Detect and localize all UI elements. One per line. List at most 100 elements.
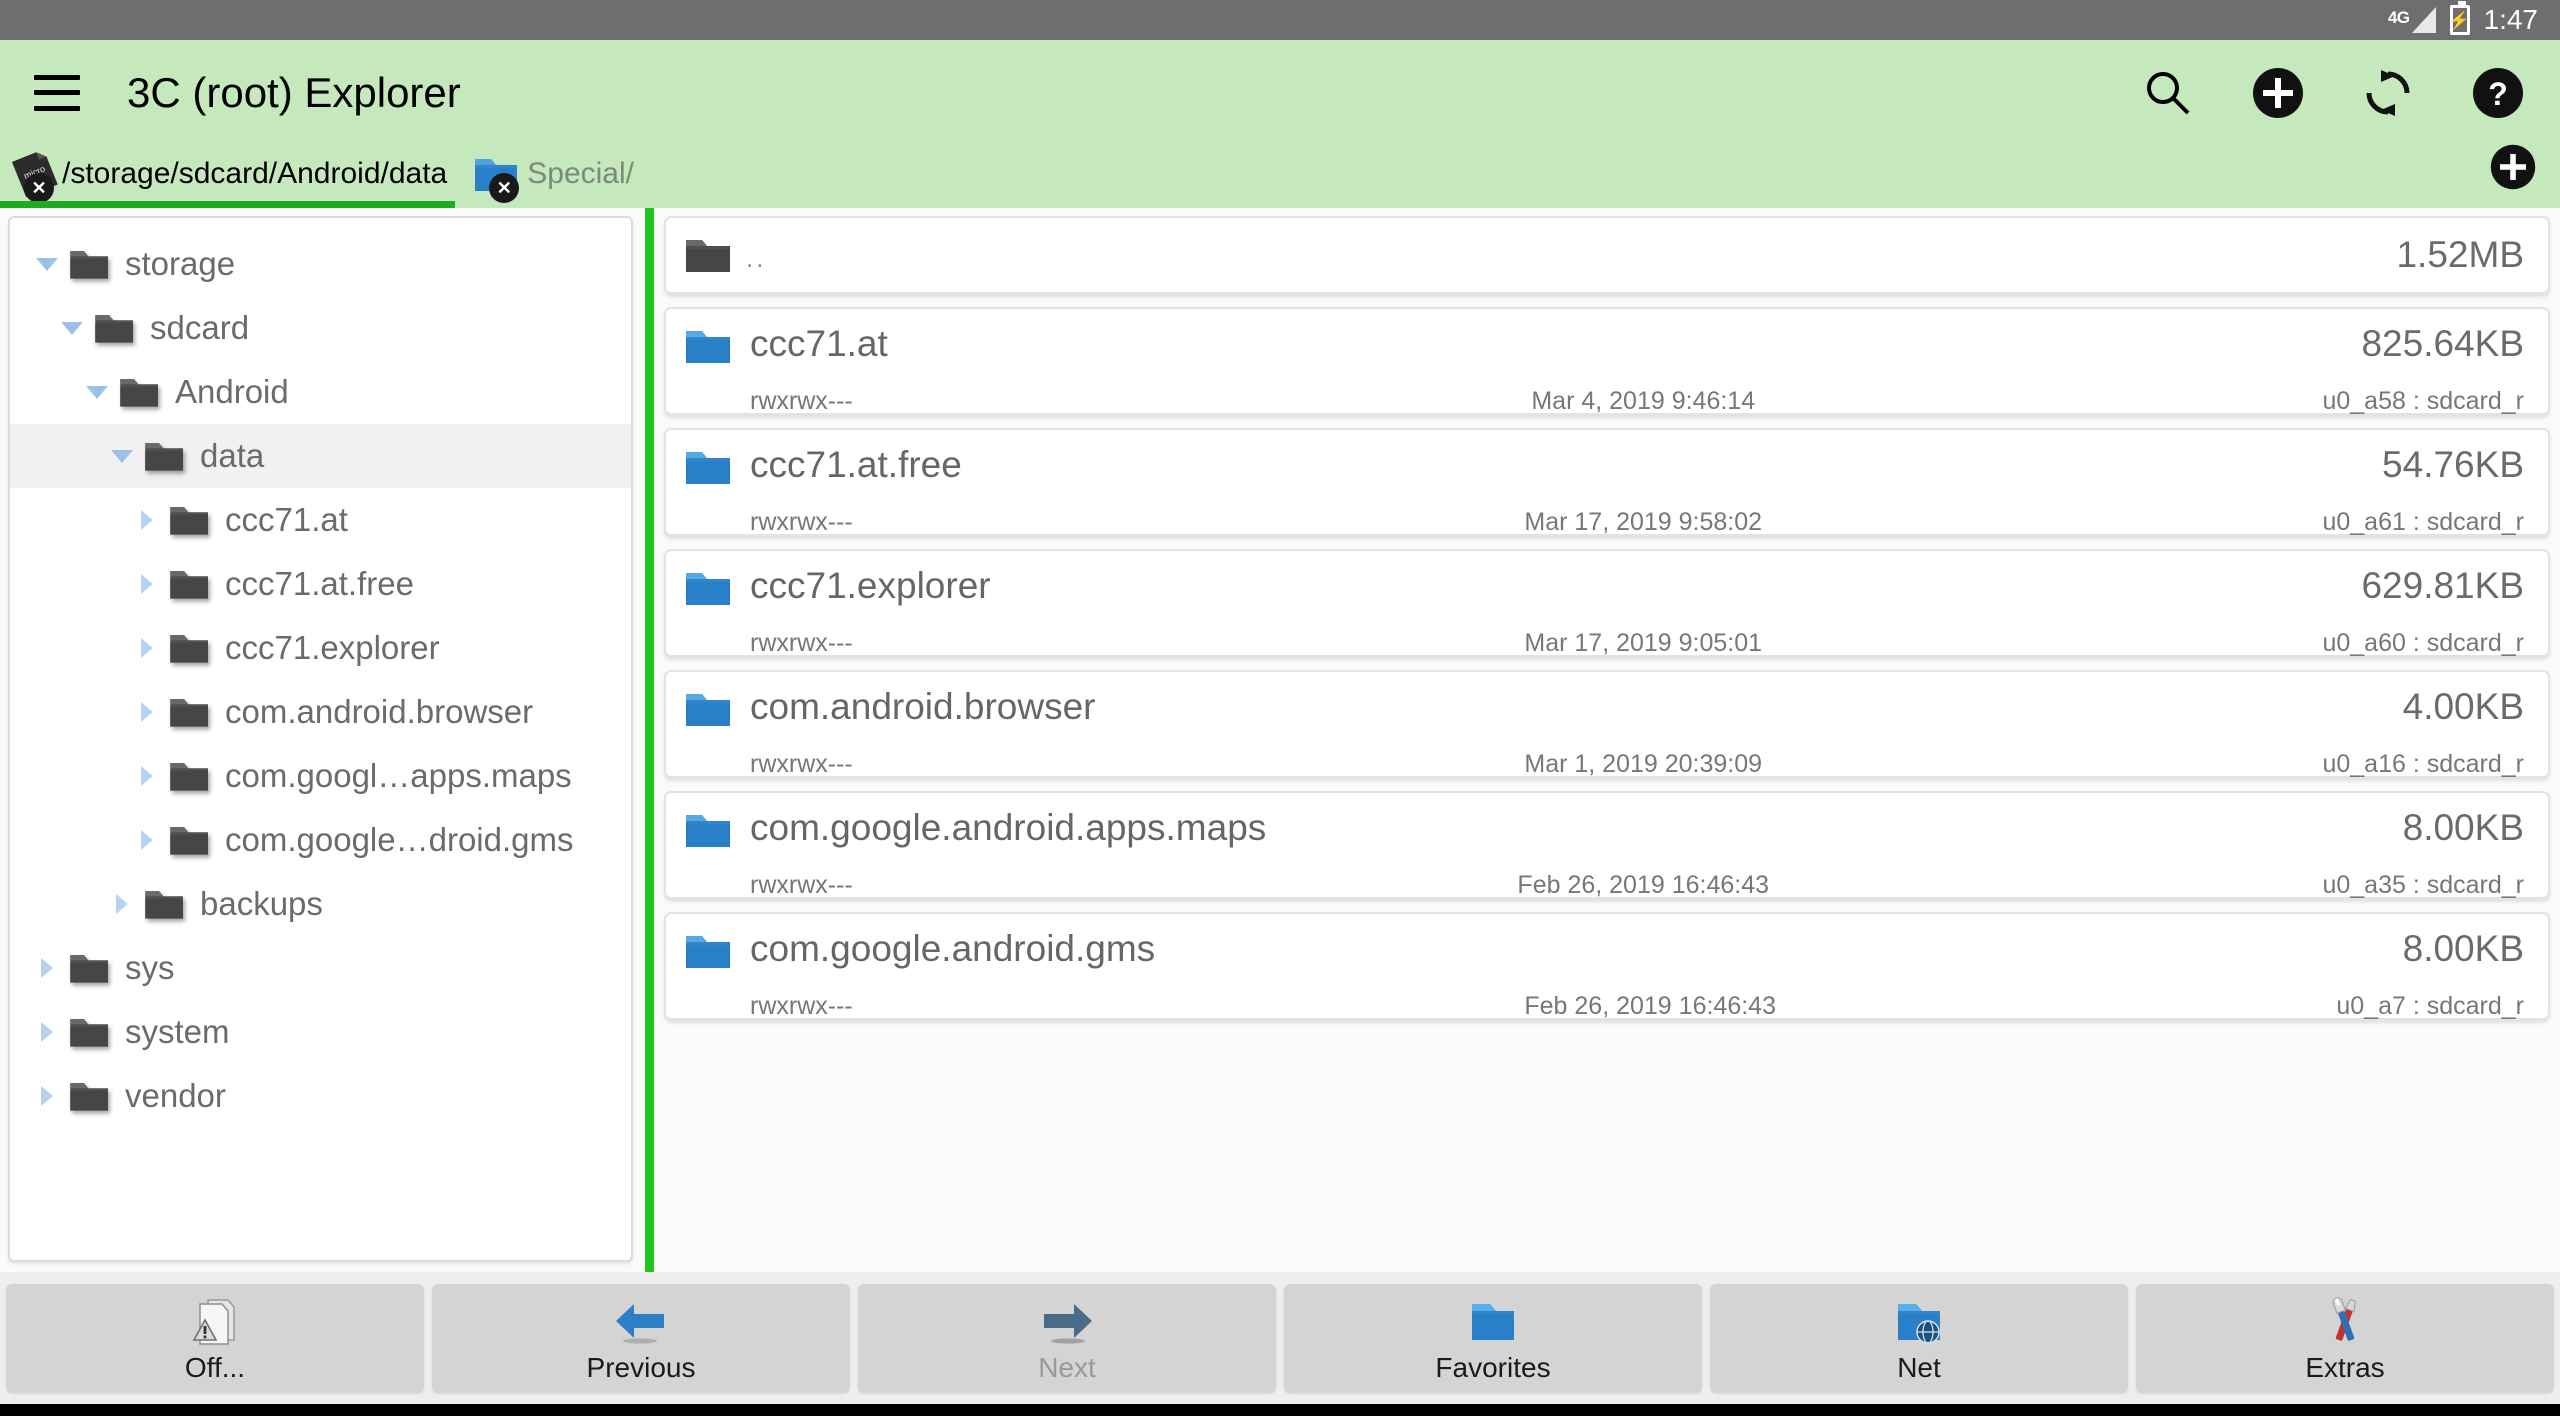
toolbar-button-favorites[interactable]: Favorites	[1284, 1284, 1702, 1392]
file-date: Mar 1, 2019 20:39:09	[1524, 750, 1763, 778]
tree-item-label: ccc71.at	[225, 501, 348, 538]
file-warning-icon	[188, 1292, 242, 1350]
tree-item-com-google-droid-gms[interactable]: com.google…droid.gms	[10, 808, 631, 872]
tree-item-vendor[interactable]: vendor	[10, 1064, 631, 1128]
status-bar: 4G ⚡ 1:47	[0, 0, 2560, 40]
file-list-row[interactable]: ccc71.at.free 54.76KB rwxrwx--- Mar 17, 201…	[664, 428, 2550, 536]
tree-item-data[interactable]: data	[10, 424, 631, 488]
add-circle-icon[interactable]	[2250, 65, 2306, 121]
tree-item-label: com.google…droid.gms	[225, 821, 574, 858]
row-primary: ccc71.at.free 54.76KB	[684, 444, 2524, 488]
dark-folder-icon	[168, 758, 212, 794]
add-tab-button[interactable]	[2488, 142, 2538, 192]
chevron-down-icon[interactable]	[32, 257, 62, 271]
file-owner: u0_a16 : sdcard_r	[2322, 750, 2524, 778]
tools-icon	[2317, 1292, 2373, 1350]
tree-item-system[interactable]: system	[10, 1000, 631, 1064]
tree-item-ccc71-explorer[interactable]: ccc71.explorer	[10, 616, 631, 680]
tree-item-storage[interactable]: storage	[10, 232, 631, 296]
file-list-row[interactable]: ccc71.at 825.64KB rwxrwx--- Mar 4, 2019 9:4…	[664, 307, 2550, 415]
pane-divider[interactable]	[645, 208, 654, 1272]
file-list-row[interactable]: com.google.android.apps.maps 8.00KB rwxrwx…	[664, 791, 2550, 899]
file-size: 8.00KB	[2402, 928, 2524, 969]
file-size: 8.00KB	[2402, 807, 2524, 848]
refresh-icon[interactable]	[2360, 65, 2416, 121]
dark-folder-icon	[143, 886, 187, 922]
tab-storage-sdcard-android-data[interactable]: micro SD /storage/sdcard/Android/data	[0, 145, 465, 208]
row-primary: ccc71.explorer 629.81KB	[684, 565, 2524, 609]
file-permissions: rwxrwx---	[750, 750, 853, 778]
parent-directory-size: 1.52MB	[2396, 234, 2524, 275]
dark-folder-icon	[168, 566, 212, 602]
directory-tree-pane: storage sdcard Android data ccc71.at ccc71.at…	[0, 208, 645, 1272]
hamburger-menu-icon[interactable]	[34, 74, 80, 111]
tree-item-label: ccc71.explorer	[225, 629, 440, 666]
row-secondary: rwxrwx--- Mar 4, 2019 9:46:14 u0_a58 : sdc…	[684, 387, 2524, 416]
search-icon[interactable]	[2140, 65, 2196, 121]
dark-folder-icon	[68, 1014, 112, 1050]
chevron-right-icon[interactable]	[132, 574, 162, 594]
file-date: Feb 26, 2019 16:46:43	[1517, 871, 1770, 899]
file-list-row[interactable]: com.android.browser 4.00KB rwxrwx--- Mar 1,…	[664, 670, 2550, 778]
toolbar-button-net[interactable]: Net	[1710, 1284, 2128, 1392]
toolbar-button-previous[interactable]: Previous	[432, 1284, 850, 1392]
blue-folder-icon	[684, 565, 736, 609]
directory-tree[interactable]: storage sdcard Android data ccc71.at ccc71.at…	[8, 216, 633, 1262]
file-list-row[interactable]: ccc71.explorer 629.81KB rwxrwx--- Mar 17, 2…	[664, 549, 2550, 657]
tree-item-sdcard[interactable]: sdcard	[10, 296, 631, 360]
main-content: storage sdcard Android data ccc71.at ccc71.at…	[0, 208, 2560, 1272]
chevron-right-icon[interactable]	[32, 1022, 62, 1042]
file-list-pane[interactable]: .. 1.52MB ccc71.at 825.64KB rwxrwx--- Mar 4…	[654, 208, 2560, 1272]
tab-label: Special/	[527, 156, 634, 190]
tree-item-label: ccc71.at.free	[225, 565, 414, 602]
chevron-right-icon[interactable]	[32, 958, 62, 978]
close-icon[interactable]	[24, 172, 54, 203]
file-permissions: rwxrwx---	[750, 871, 853, 899]
tab-bar: micro SD /storage/sdcard/Android/data Sp…	[0, 142, 2560, 208]
chevron-right-icon[interactable]	[132, 766, 162, 786]
tree-item-ccc71-at[interactable]: ccc71.at	[10, 488, 631, 552]
tab-active-indicator	[0, 201, 456, 208]
dark-folder-icon	[168, 694, 212, 730]
blue-folder-icon	[684, 928, 736, 972]
chevron-right-icon[interactable]	[32, 1086, 62, 1106]
dark-folder-icon	[168, 822, 212, 858]
chevron-down-icon[interactable]	[107, 449, 137, 463]
tree-item-label: system	[125, 1013, 230, 1050]
file-date: Mar 4, 2019 9:46:14	[1531, 387, 1756, 415]
tree-item-ccc71-at-free[interactable]: ccc71.at.free	[10, 552, 631, 616]
file-name: ccc71.at.free	[750, 444, 962, 485]
chevron-right-icon[interactable]	[132, 638, 162, 658]
svg-text:?: ?	[2488, 76, 2508, 112]
help-circle-icon[interactable]: ?	[2470, 65, 2526, 121]
tree-item-label: data	[200, 437, 265, 474]
row-primary: ccc71.at 825.64KB	[684, 323, 2524, 367]
toolbar-button-extras[interactable]: Extras	[2136, 1284, 2554, 1392]
chevron-right-icon[interactable]	[132, 702, 162, 722]
file-owner: u0_a7 : sdcard_r	[2336, 992, 2524, 1020]
chevron-right-icon[interactable]	[132, 510, 162, 530]
network-type-label: 4G	[2387, 8, 2410, 27]
file-list-row[interactable]: com.google.android.gms 8.00KB rwxrwx--- Feb…	[664, 912, 2550, 1020]
tab-special[interactable]: Special/	[465, 145, 652, 208]
tree-item-com-android-browser[interactable]: com.android.browser	[10, 680, 631, 744]
tree-item-backups[interactable]: backups	[10, 872, 631, 936]
dark-folder-icon	[68, 246, 112, 282]
signal-indicator: 4G	[2388, 7, 2436, 33]
close-icon[interactable]	[489, 172, 520, 203]
parent-directory-row[interactable]: .. 1.52MB	[664, 216, 2550, 294]
file-size: 54.76KB	[2382, 444, 2524, 485]
tree-item-com-googl-apps-maps[interactable]: com.googl…apps.maps	[10, 744, 631, 808]
tree-item-sys[interactable]: sys	[10, 936, 631, 1000]
dark-folder-icon	[143, 438, 187, 474]
chevron-down-icon[interactable]	[82, 385, 112, 399]
file-owner: u0_a58 : sdcard_r	[2322, 387, 2524, 415]
tree-item-label: com.android.browser	[225, 693, 534, 730]
chevron-right-icon[interactable]	[107, 894, 137, 914]
chevron-down-icon[interactable]	[57, 321, 87, 335]
tree-item-android[interactable]: Android	[10, 360, 631, 424]
sdcard-icon: micro SD	[6, 149, 60, 203]
clock-label: 1:47	[2483, 4, 2539, 35]
toolbar-button-off[interactable]: Off...	[6, 1284, 424, 1392]
chevron-right-icon[interactable]	[132, 830, 162, 850]
